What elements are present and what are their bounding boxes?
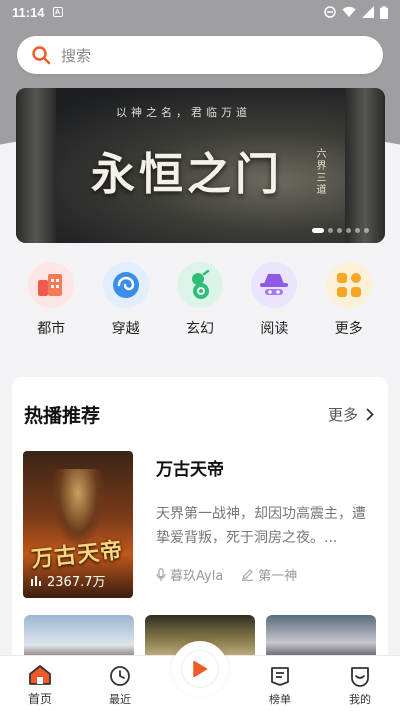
category-label: 阅读 <box>260 321 289 337</box>
banner-tagline: 以神之名，君临万道 <box>116 106 251 119</box>
category-more[interactable]: 更多 <box>319 262 379 338</box>
banner-dot <box>337 228 342 233</box>
tab-home-label: 首页 <box>27 692 52 706</box>
banner-pagination <box>312 228 369 233</box>
battery-icon <box>380 5 388 19</box>
play-icon <box>193 660 208 678</box>
category-label: 都市 <box>37 321 66 337</box>
category-label: 穿越 <box>111 321 140 337</box>
banner-dot <box>346 228 351 233</box>
category-time-travel[interactable]: 穿越 <box>96 262 156 338</box>
banner-side-text: 六界三道 <box>314 148 325 196</box>
ranking-list-icon <box>271 667 289 686</box>
book-narrator: 暮玖Ayla <box>170 569 224 584</box>
gourd-icon <box>176 262 223 308</box>
tab-recent-label: 最近 <box>109 693 131 706</box>
category-label: 更多 <box>334 321 363 337</box>
promo-banner[interactable]: 以神之名，君临万道 永恒之门 六界三道 <box>16 88 385 243</box>
book-meta: 暮玖Ayla 第一神 <box>156 565 297 584</box>
hot-recommend-card: 热播推荐 更多 万古天帝 2367.7万 万古天帝 天界第一战神，却因功高震主，… <box>12 377 388 677</box>
book-chapter: 第一神 <box>258 569 298 584</box>
tab-recent[interactable]: 最近 <box>80 656 160 711</box>
tab-mine-label: 我的 <box>349 693 371 706</box>
bar-chart-icon <box>31 576 41 586</box>
swirl-icon <box>102 262 149 308</box>
tab-ranking[interactable]: 榜单 <box>240 656 320 711</box>
book-info[interactable]: 万古天帝 天界第一战神，却因功高震主，遭挚爱背叛，死于洞房之夜。... 暮玖Ay… <box>156 455 376 584</box>
cover-title: 万古天帝 <box>30 537 125 573</box>
smiley-icon <box>351 667 369 687</box>
chevron-right-icon <box>366 408 374 421</box>
section-more-label: 更多 <box>327 406 358 424</box>
banner-dot-active <box>312 228 324 233</box>
play-count: 2367.7万 <box>31 571 106 590</box>
section-header: 热播推荐 更多 <box>24 401 374 428</box>
hat-mask-icon <box>251 262 298 308</box>
book-name: 万古天帝 <box>156 460 224 480</box>
section-title: 热播推荐 <box>24 405 101 427</box>
clock-icon <box>110 666 130 686</box>
home-icon <box>29 665 51 685</box>
banner-dot <box>355 228 360 233</box>
search-icon <box>32 46 51 65</box>
banner-dot <box>364 228 369 233</box>
notification-a-icon: A <box>52 7 63 17</box>
book-cover[interactable]: 万古天帝 2367.7万 <box>23 451 133 598</box>
category-label: 玄幻 <box>185 321 214 337</box>
tab-ranking-label: 榜单 <box>269 693 291 706</box>
wifi-icon <box>342 6 356 17</box>
category-reading[interactable]: 阅读 <box>244 262 304 338</box>
banner-title: 永恒之门 <box>91 149 283 200</box>
search-bar[interactable]: 搜索 <box>17 36 383 74</box>
book-description: 天界第一战神，却因功高震主，遭挚爱背叛，死于洞房之夜。... <box>156 506 366 546</box>
signal-icon <box>362 6 374 18</box>
category-fantasy[interactable]: 玄幻 <box>170 262 230 338</box>
search-placeholder: 搜索 <box>61 46 92 65</box>
player-button-inner <box>181 650 219 688</box>
category-row: 都市 穿越 玄幻 阅读 更多 <box>0 262 400 338</box>
tab-home[interactable]: 首页 <box>0 656 80 711</box>
category-city[interactable]: 都市 <box>21 262 81 338</box>
banner-dot <box>328 228 333 233</box>
city-icon <box>28 262 75 308</box>
dnd-icon <box>324 6 336 18</box>
play-count-value: 2367.7万 <box>47 575 106 590</box>
grid-more-icon <box>325 262 372 308</box>
section-more-button[interactable]: 更多 <box>328 404 374 425</box>
banner-pillar-right <box>345 88 385 243</box>
status-bar: 11:14 A <box>0 0 400 24</box>
pen-icon <box>242 569 254 581</box>
microphone-icon <box>156 567 166 581</box>
tab-mine[interactable]: 我的 <box>320 656 400 711</box>
banner-pillar-left <box>16 88 56 243</box>
status-time: 11:14 <box>12 4 45 20</box>
player-button[interactable] <box>172 641 228 697</box>
